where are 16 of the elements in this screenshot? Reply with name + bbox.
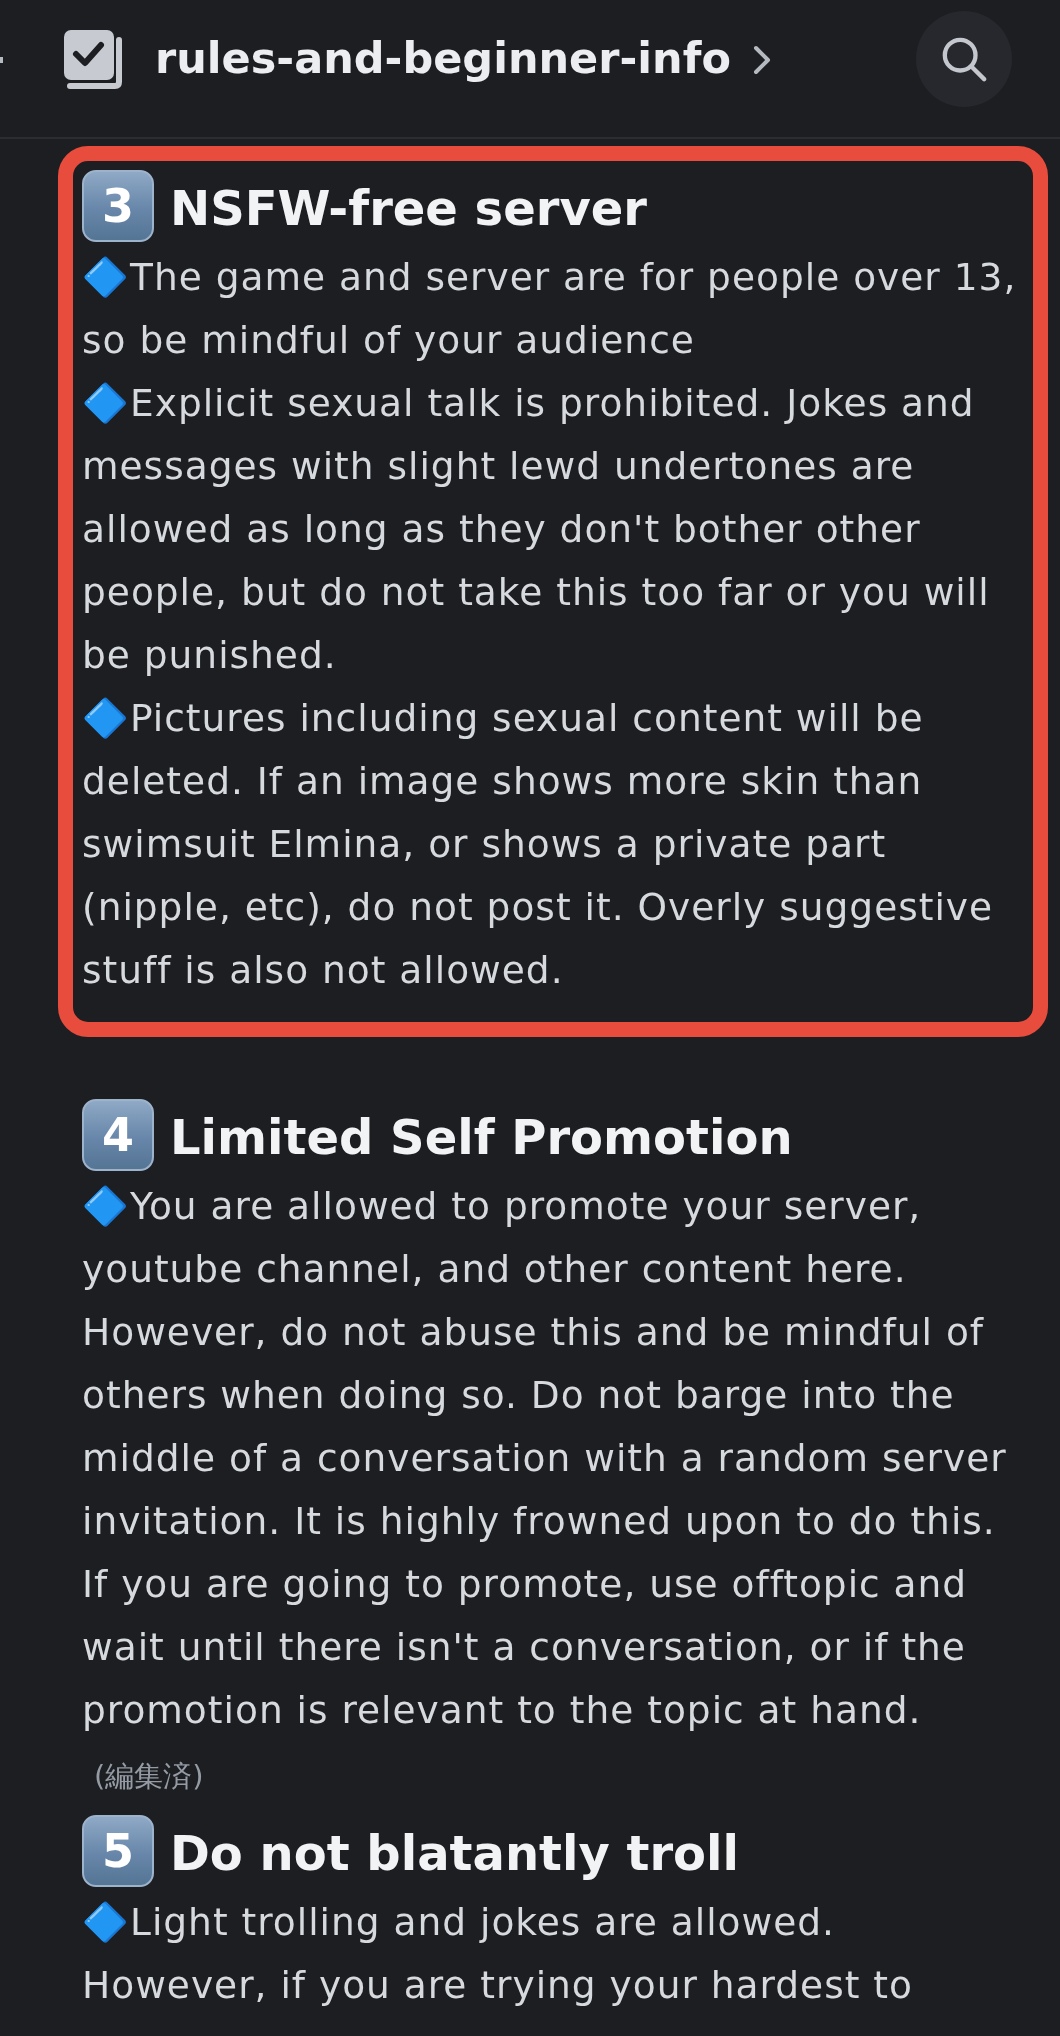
rule-heading: Do not blatantly troll: [170, 1824, 739, 1883]
search-icon: [941, 36, 987, 82]
channel-name[interactable]: rules-and-beginner-info: [155, 32, 731, 83]
rule-text: 🔷Pictures including sexual content will be deleted. If an image shows more skin than swimsuit Elmina, or shows a private part (nipple, etc), do not post it. Overly suggestive stuff is also not allowed.: [82, 696, 994, 992]
rule-text: 🔷You are allowed to promote your server, youtube channel, and other content here. However, do not abuse this and be mindful of others when doing so. Do not barge into the middle of a conversation with a random server invitation. It is highly frowned upon to do this. If you are going to promote, use offtopic and wait until there isn't a conversation, or if the promotion is relevant to the topic at hand.: [82, 1184, 1007, 1732]
rule-text: 🔷Light trolling and jokes are allowed. However, if you are trying your hardest to: [82, 1900, 913, 2007]
keycap-number: 5: [82, 1815, 154, 1887]
rule-heading: Limited Self Promotion: [170, 1108, 793, 1167]
chevron-right-icon[interactable]: [752, 45, 771, 75]
keycap-number: 3: [82, 170, 154, 242]
rule-text: 🔷The game and server are for people over 13, so be mindful of your audience: [82, 255, 1017, 362]
rule-text: 🔷Explicit sexual talk is prohibited. Jokes and messages with slight lewd undertones are allowed as long as they don't bother other people, but do not take this too far or you will be punished.: [82, 381, 990, 677]
rules-book-icon: [64, 30, 124, 90]
keycap-number: 4: [82, 1099, 154, 1171]
rule-heading: NSFW-free server: [170, 179, 647, 238]
edited-label: (編集済): [94, 1759, 204, 1793]
